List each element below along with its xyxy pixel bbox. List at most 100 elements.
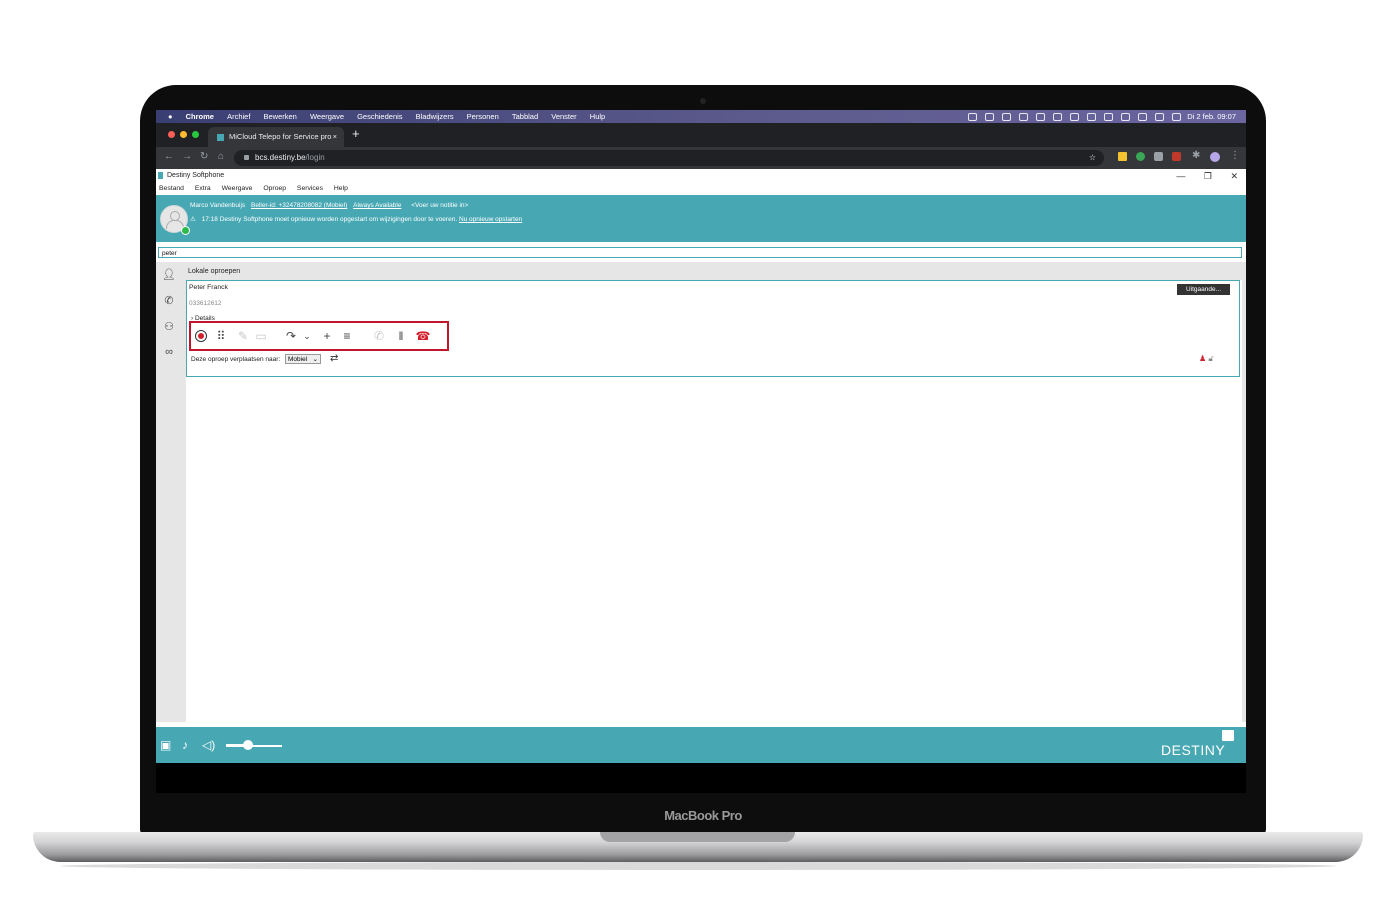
menubar-archief[interactable]: Archief: [227, 110, 250, 123]
reload-icon[interactable]: ↻: [200, 151, 208, 162]
status-icon[interactable]: [968, 113, 978, 122]
profile-avatar[interactable]: [1210, 152, 1220, 162]
menubar-clock[interactable]: Di 2 feb. 09:07: [1187, 112, 1236, 121]
back-icon[interactable]: ←: [164, 151, 174, 162]
screen: ● Chrome Archief Bewerken Weergave Gesch…: [156, 110, 1246, 793]
restore-icon[interactable]: ❐: [1204, 171, 1212, 181]
note-field[interactable]: <Voer uw notitie in>: [411, 202, 468, 209]
mute-icon[interactable]: ✎: [235, 328, 251, 344]
camera-extension-icon[interactable]: [1154, 152, 1163, 161]
restart-now-link[interactable]: Nu opnieuw opstarten: [459, 216, 522, 223]
contact-number: 033612612: [189, 300, 222, 307]
caller-id-link[interactable]: Beller-id: +32478208082 (Mobiel): [251, 202, 347, 209]
record-icon[interactable]: [195, 330, 207, 342]
menubar-tabblad[interactable]: Tabblad: [512, 110, 538, 123]
browser-tab[interactable]: MiCloud Telepo for Service pro ×: [208, 127, 344, 147]
recording-person-icon: ♟: [1199, 354, 1207, 363]
availability-link[interactable]: Always Available: [353, 202, 401, 209]
dialpad-icon[interactable]: ⠿: [213, 328, 229, 344]
menubar-bewerken[interactable]: Bewerken: [264, 110, 297, 123]
user-banner: Marco Vandenbuijs Beller-id: +3247820808…: [156, 195, 1246, 242]
microphone-icon[interactable]: ♪: [182, 738, 188, 752]
contacts-person-icon[interactable]: 👤︎: [162, 268, 176, 282]
extension-icon[interactable]: [1172, 152, 1181, 161]
zoom-window-button[interactable]: [192, 131, 199, 138]
notice-time: 17:18: [201, 216, 218, 223]
status-icon[interactable]: [1036, 113, 1046, 122]
destiny-logo-icon: [1222, 730, 1234, 741]
move-call-icon[interactable]: ⇄: [330, 353, 338, 364]
extension-icon[interactable]: [1136, 152, 1145, 161]
menubar-personen[interactable]: Personen: [467, 110, 499, 123]
chrome-menu-icon[interactable]: ⋮: [1230, 150, 1240, 161]
new-tab-button[interactable]: +: [352, 126, 360, 141]
direction-badge: Uitgaande...: [1177, 284, 1230, 295]
status-icon[interactable]: [985, 113, 995, 122]
minimize-icon[interactable]: —: [1176, 171, 1185, 181]
hold-icon[interactable]: ‖: [393, 328, 409, 344]
move-target-value: Mobiel: [288, 356, 308, 363]
calls-panel: Peter Franck 033612612 › Details Uitgaan…: [186, 280, 1242, 722]
search-input[interactable]: peter: [158, 247, 1242, 258]
screen-icon[interactable]: ▣: [160, 738, 171, 752]
menu-services[interactable]: Services: [297, 185, 323, 192]
voicemail-icon[interactable]: ∞: [162, 346, 176, 360]
bookmark-star-icon[interactable]: ☆: [1089, 150, 1096, 166]
section-title: Lokale oproepen: [188, 268, 241, 275]
extension-icon[interactable]: [1118, 152, 1127, 161]
siri-icon[interactable]: [1172, 113, 1182, 122]
consult-list-icon[interactable]: ≡: [339, 328, 355, 344]
wifi-icon[interactable]: [1104, 113, 1114, 122]
menu-help[interactable]: Help: [334, 185, 348, 192]
apple-icon[interactable]: ●: [168, 110, 173, 123]
close-icon[interactable]: ✕: [1230, 171, 1238, 181]
video-icon[interactable]: ▭: [253, 328, 269, 344]
menubar-venster[interactable]: Venster: [551, 110, 576, 123]
menubar-status-area: Di 2 feb. 09:07: [964, 110, 1236, 123]
warning-icon: ⚠: [190, 216, 196, 223]
user-icon[interactable]: [1121, 113, 1131, 122]
menubar-app-name[interactable]: Chrome: [186, 110, 214, 123]
menubar-bladwijzers[interactable]: Bladwijzers: [416, 110, 454, 123]
phone-icon[interactable]: ✆: [162, 294, 176, 308]
menu-bestand[interactable]: Bestand: [159, 185, 184, 192]
menubar-geschiedenis[interactable]: Geschiedenis: [357, 110, 402, 123]
answer-phone-icon[interactable]: ✆: [371, 328, 387, 344]
menu-weergave[interactable]: Weergave: [222, 185, 253, 192]
user-name: Marco Vandenbuijs: [190, 202, 246, 209]
move-target-select[interactable]: Mobiel ⌄: [285, 354, 321, 364]
extensions-puzzle-icon[interactable]: ✱: [1192, 150, 1200, 161]
spotlight-icon[interactable]: [1138, 113, 1148, 122]
status-icon[interactable]: [1053, 113, 1063, 122]
menu-oproep[interactable]: Oproep: [263, 185, 286, 192]
tab-close-icon[interactable]: ×: [333, 127, 337, 147]
chevron-down-icon: ⌄: [312, 356, 318, 363]
control-center-icon[interactable]: [1155, 113, 1165, 122]
menubar-weergave[interactable]: Weergave: [310, 110, 344, 123]
volume-slider-knob[interactable]: [243, 740, 253, 750]
add-call-icon[interactable]: +: [319, 328, 335, 344]
bottom-bar: ▣ ♪ ◁) DESTINY: [156, 727, 1246, 763]
bluetooth-icon[interactable]: [1070, 113, 1080, 122]
user-info-line: Marco Vandenbuijs Beller-id: +3247820808…: [190, 202, 468, 209]
hangup-icon[interactable]: ☎: [415, 328, 431, 344]
forward-icon[interactable]: →: [182, 151, 192, 162]
speaker-icon[interactable]: ◁): [202, 738, 215, 752]
close-window-button[interactable]: [168, 131, 175, 138]
agent-icon[interactable]: ⚇: [162, 320, 176, 334]
tab-favicon-icon: [217, 133, 224, 141]
minimize-window-button[interactable]: [180, 131, 187, 138]
chevron-down-icon[interactable]: ⌄: [299, 328, 315, 344]
address-bar[interactable]: bcs.destiny.be/login ☆: [234, 150, 1104, 166]
menubar-hulp[interactable]: Hulp: [590, 110, 605, 123]
home-icon[interactable]: ⌂: [218, 151, 224, 162]
notice-text: Destiny Softphone moet opnieuw worden op…: [219, 216, 458, 223]
transfer-icon[interactable]: ↷: [283, 328, 299, 344]
avatar[interactable]: [160, 205, 190, 235]
menu-extra[interactable]: Extra: [195, 185, 211, 192]
battery-icon[interactable]: [1087, 113, 1097, 122]
status-icon[interactable]: [1019, 113, 1029, 122]
call-card: Peter Franck 033612612 › Details Uitgaan…: [186, 280, 1240, 377]
status-icon[interactable]: [1002, 113, 1012, 122]
presence-status-icon: [181, 226, 190, 235]
